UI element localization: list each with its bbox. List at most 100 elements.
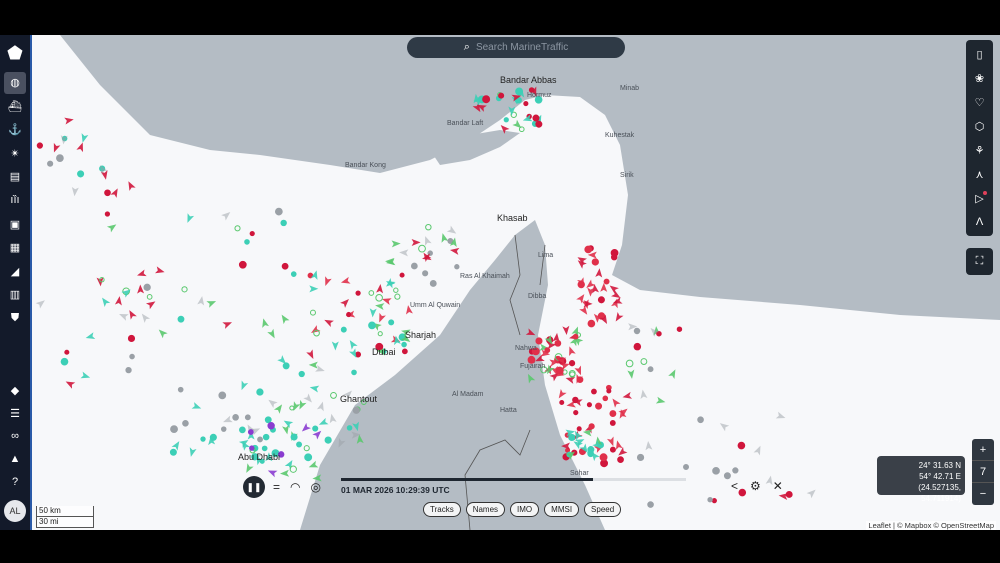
- chip-imo[interactable]: IMO: [510, 502, 540, 517]
- vessel-marker-cargo[interactable]: [401, 348, 408, 355]
- vessel-marker-tanker[interactable]: [595, 402, 603, 410]
- vessel-marker-tanker[interactable]: [555, 366, 564, 375]
- vessel-marker-unknown[interactable]: [697, 416, 704, 424]
- vessel-marker-unknown[interactable]: [274, 207, 283, 216]
- vessel-marker-unknown[interactable]: [454, 264, 460, 270]
- vessel-marker-cargo[interactable]: [355, 290, 361, 296]
- locate-icon[interactable]: ◎: [311, 480, 321, 494]
- vessel-marker-cargo[interactable]: [610, 253, 618, 261]
- chip-tracks[interactable]: Tracks: [423, 502, 461, 517]
- vessel-marker-passenger[interactable]: [77, 170, 85, 178]
- vessel-marker-unknown[interactable]: [177, 386, 184, 393]
- chip-speed[interactable]: Speed: [584, 502, 622, 517]
- fullscreen-icon[interactable]: ⛶: [966, 248, 993, 275]
- vessel-marker-cargo[interactable]: [399, 272, 405, 278]
- vessel-marker-unknown[interactable]: [220, 426, 227, 432]
- vessel-marker-unknown[interactable]: [647, 366, 654, 373]
- sidebar-item-lighthouses[interactable]: ✴: [4, 142, 26, 164]
- play-icon[interactable]: ▷: [966, 186, 993, 210]
- vessel-marker-cargo[interactable]: [127, 334, 136, 343]
- vessel-marker-cargo[interactable]: [498, 92, 505, 99]
- search-input[interactable]: ⌕ Search MarineTraffic: [407, 37, 625, 58]
- vessel-marker-cargo[interactable]: [238, 260, 247, 269]
- vessel-marker-unknown[interactable]: [182, 419, 189, 427]
- vessel-marker-cargo[interactable]: [249, 230, 255, 237]
- sidebar-item-reports[interactable]: ▤: [4, 166, 26, 188]
- vessel-marker-passenger[interactable]: [296, 441, 303, 448]
- vessel-marker-tanker[interactable]: [572, 333, 579, 340]
- vessel-marker-cargo[interactable]: [617, 456, 624, 463]
- vessel-marker-unknown[interactable]: [683, 463, 690, 470]
- vessel-marker-tanker[interactable]: [587, 319, 596, 328]
- vessel-marker-pleasure[interactable]: [247, 429, 254, 435]
- vessel-marker-passenger[interactable]: [290, 433, 298, 441]
- vessel-marker-passenger[interactable]: [209, 433, 217, 441]
- map-book-icon[interactable]: ▯: [966, 42, 993, 66]
- vessel-marker-tanker[interactable]: [588, 423, 595, 430]
- vessel-marker-cargo[interactable]: [346, 311, 352, 318]
- vessel-marker-passenger[interactable]: [388, 319, 395, 326]
- vessel-marker-passenger[interactable]: [312, 425, 319, 432]
- vessel-marker-unknown[interactable]: [422, 270, 429, 277]
- vessel-marker-tanker[interactable]: [544, 347, 551, 354]
- vessel-marker-passenger[interactable]: [401, 341, 407, 348]
- vessel-marker-passenger[interactable]: [261, 445, 268, 452]
- filter-icon[interactable]: ⚘: [966, 138, 993, 162]
- measure-icon[interactable]: ⋏: [966, 162, 993, 186]
- vessel-marker-passenger[interactable]: [239, 426, 246, 434]
- layers-icon[interactable]: ❀: [966, 66, 993, 90]
- vessel-marker-unknown[interactable]: [56, 154, 64, 163]
- vessel-marker-cargo[interactable]: [559, 399, 565, 405]
- vessel-marker-passenger[interactable]: [244, 239, 250, 245]
- vessel-marker-cargo[interactable]: [64, 349, 70, 355]
- vessel-marker-unknown[interactable]: [410, 262, 418, 270]
- map-canvas[interactable]: Bandar Abbas Hormuz Bandar Laft Khasab Ras A…: [0, 35, 1000, 530]
- vessel-marker-cargo[interactable]: [573, 409, 579, 416]
- sidebar-item-tags[interactable]: ◆: [4, 379, 26, 401]
- settings-icon[interactable]: ⚙: [750, 479, 761, 493]
- vessel-marker-passenger[interactable]: [304, 453, 313, 462]
- vessel-marker-unknown[interactable]: [143, 283, 151, 291]
- vessel-marker-pleasure[interactable]: [249, 445, 255, 451]
- vessel-marker-unknown[interactable]: [732, 467, 739, 474]
- vessel-marker-passenger[interactable]: [503, 117, 509, 123]
- vessel-marker-cargo[interactable]: [609, 446, 616, 453]
- vessel-marker-unknown[interactable]: [352, 406, 360, 414]
- marinetraffic-logo[interactable]: ⬟: [5, 43, 25, 63]
- vessel-marker-cargo[interactable]: [576, 426, 582, 432]
- sidebar-item-security[interactable]: ⛊: [4, 307, 26, 329]
- zoom-out-button[interactable]: −: [972, 483, 994, 505]
- chip-mmsi[interactable]: MMSI: [544, 502, 580, 517]
- vessel-marker-unknown[interactable]: [244, 414, 251, 421]
- vessel-marker-cargo[interactable]: [535, 120, 543, 128]
- vessel-marker-passenger[interactable]: [262, 433, 270, 441]
- sidebar-item-stations[interactable]: ıȉı: [4, 189, 26, 211]
- vessel-marker-tanker[interactable]: [609, 410, 617, 417]
- vessel-marker-cargo[interactable]: [597, 296, 605, 304]
- vessel-marker-passenger[interactable]: [282, 362, 290, 370]
- vessel-marker-passenger[interactable]: [256, 388, 264, 396]
- vessel-marker-unknown[interactable]: [712, 466, 720, 475]
- cube-icon[interactable]: ⬡: [966, 114, 993, 138]
- vessel-marker-cargo[interactable]: [104, 189, 111, 197]
- vessel-marker-tanker[interactable]: [554, 339, 562, 347]
- menu-icon[interactable]: =: [273, 480, 280, 494]
- vessel-marker-cargo[interactable]: [633, 342, 642, 351]
- vessel-marker-passenger[interactable]: [568, 433, 576, 442]
- vessel-marker-cargo[interactable]: [606, 388, 612, 394]
- vessel-marker-cargo[interactable]: [609, 420, 616, 426]
- vessel-marker-passenger[interactable]: [340, 326, 347, 333]
- vessel-marker-unknown[interactable]: [429, 280, 437, 287]
- sidebar-item-news[interactable]: ▦: [4, 237, 26, 259]
- vessel-marker-passenger[interactable]: [177, 315, 185, 323]
- avatar[interactable]: AL: [4, 500, 26, 522]
- vessel-marker-cargo[interactable]: [568, 360, 576, 367]
- vessel-marker-unknown[interactable]: [257, 436, 263, 443]
- vessel-marker-passenger[interactable]: [169, 448, 177, 456]
- vessel-marker-passenger[interactable]: [290, 271, 297, 277]
- chip-names[interactable]: Names: [465, 502, 506, 517]
- vessel-marker-passenger[interactable]: [60, 357, 69, 366]
- sidebar-item-data[interactable]: ☰: [4, 402, 26, 424]
- vessel-marker-unknown[interactable]: [232, 414, 239, 421]
- vessel-marker-unknown[interactable]: [170, 425, 178, 434]
